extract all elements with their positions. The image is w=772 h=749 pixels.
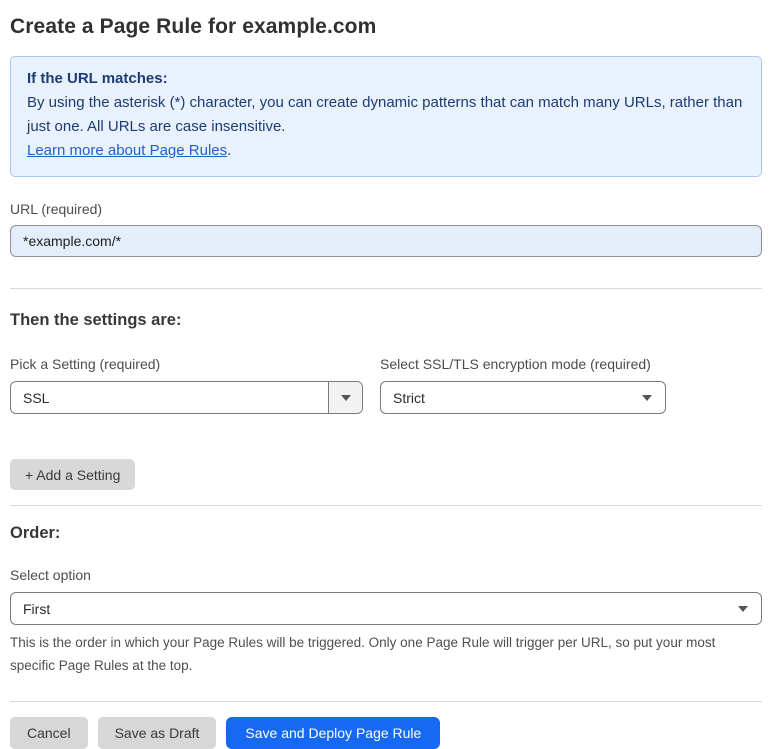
form-actions: Cancel Save as Draft Save and Deploy Pag… — [10, 717, 762, 749]
ssl-mode-caret-slot — [629, 394, 665, 401]
mode-picker-group: Select SSL/TLS encryption mode (required… — [380, 356, 666, 414]
info-box-link-line: Learn more about Page Rules. — [27, 139, 745, 163]
learn-more-link[interactable]: Learn more about Page Rules — [27, 142, 227, 159]
divider — [10, 505, 762, 506]
divider — [10, 288, 762, 289]
setting-picker-group: Pick a Setting (required) SSL — [10, 356, 363, 414]
add-setting-button[interactable]: + Add a Setting — [10, 459, 136, 490]
setting-select-caret-button[interactable] — [328, 382, 362, 413]
cancel-button[interactable]: Cancel — [10, 717, 88, 749]
divider — [10, 701, 762, 702]
order-select-value: First — [23, 600, 51, 617]
settings-section-heading: Then the settings are: — [10, 311, 182, 329]
order-select-label: Select option — [10, 567, 91, 583]
order-select[interactable]: First — [10, 592, 762, 625]
mode-picker-label: Select SSL/TLS encryption mode (required… — [380, 356, 651, 372]
save-and-deploy-button[interactable]: Save and Deploy Page Rule — [226, 717, 441, 749]
ssl-mode-select-value: Strict — [393, 389, 425, 406]
setting-select-value: SSL — [23, 389, 50, 406]
chevron-down-icon — [642, 394, 652, 401]
save-as-draft-button[interactable]: Save as Draft — [97, 717, 217, 749]
settings-pickers-row: Pick a Setting (required) SSL Select SSL… — [10, 356, 762, 414]
page-rule-form: Create a Page Rule for example.com If th… — [0, 0, 772, 749]
info-box-heading: If the URL matches: — [27, 70, 168, 87]
order-caret-slot — [725, 605, 761, 612]
setting-select[interactable]: SSL — [10, 381, 363, 414]
link-suffix: . — [227, 142, 232, 159]
chevron-down-icon — [340, 394, 351, 401]
setting-picker-label: Pick a Setting (required) — [10, 356, 161, 372]
page-title: Create a Page Rule for example.com — [10, 15, 377, 38]
url-input[interactable] — [10, 225, 762, 257]
info-box-body: By using the asterisk (*) character, you… — [27, 94, 743, 135]
ssl-mode-select[interactable]: Strict — [380, 381, 666, 414]
order-help-text: This is the order in which your Page Rul… — [10, 635, 716, 673]
url-match-info-box: If the URL matches: By using the asteris… — [10, 56, 762, 177]
chevron-down-icon — [738, 605, 748, 612]
order-section-heading: Order: — [10, 524, 61, 542]
url-field-label: URL (required) — [10, 201, 103, 217]
